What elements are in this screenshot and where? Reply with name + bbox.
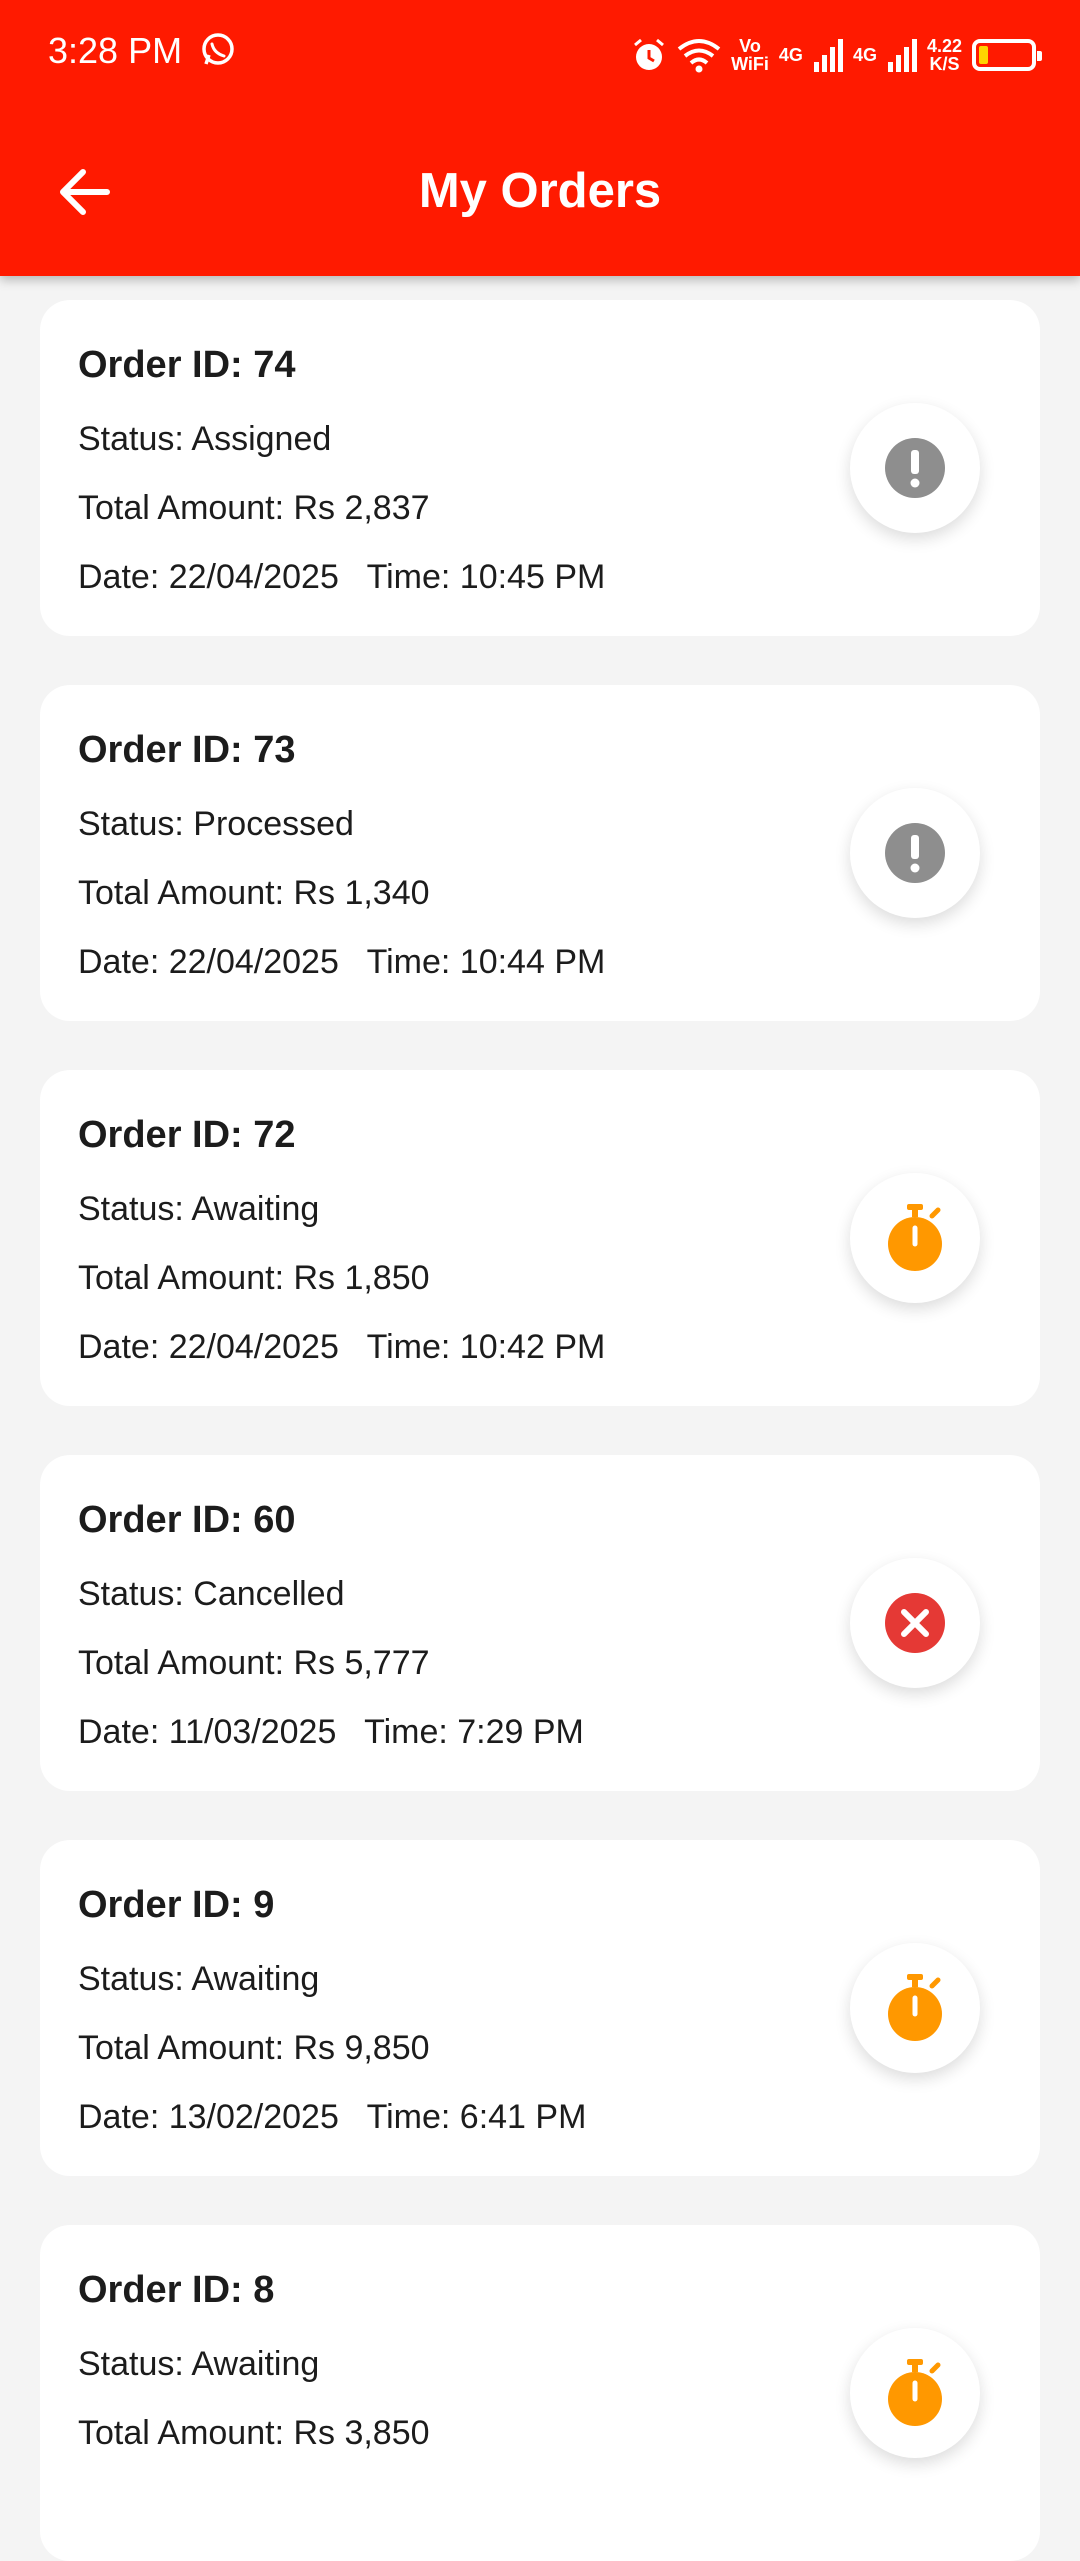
order-card[interactable]: Order ID: 8 Status: Awaiting Total Amoun… — [40, 2225, 1040, 2561]
order-status-button[interactable] — [850, 1558, 980, 1688]
order-card[interactable]: Order ID: 74 Status: Assigned Total Amou… — [40, 300, 1040, 636]
status-icons: Vo WiFi 4G 4G 4.22 K/S — [631, 30, 1042, 80]
order-id: Order ID: 8 — [78, 2269, 275, 2311]
exclamation-icon — [885, 438, 945, 498]
order-card[interactable]: Order ID: 73 Status: Processed Total Amo… — [40, 685, 1040, 1021]
order-status-button[interactable] — [850, 1943, 980, 2073]
order-id: Order ID: 73 — [78, 729, 296, 771]
order-status-button[interactable] — [850, 2328, 980, 2458]
order-id: Order ID: 72 — [78, 1114, 296, 1156]
order-status: Status: Processed — [78, 805, 354, 843]
stopwatch-icon — [888, 2359, 942, 2426]
order-amount: Total Amount: Rs 3,850 — [78, 2414, 430, 2452]
order-status: Status: Cancelled — [78, 1575, 345, 1613]
app-bar: 3:28 PM Vo WiFi 4G 4G 4.22 K/S My Orders — [0, 0, 1080, 276]
vowifi-label: Vo WiFi — [731, 37, 769, 73]
exclamation-icon — [885, 823, 945, 883]
network-type-1: 4G — [778, 45, 803, 65]
signal-icon-2 — [887, 39, 917, 72]
order-status-button[interactable] — [850, 403, 980, 533]
order-amount: Total Amount: Rs 2,837 — [78, 489, 430, 527]
whatsapp-icon — [202, 33, 234, 65]
order-amount: Total Amount: Rs 1,850 — [78, 1259, 430, 1297]
order-id: Order ID: 60 — [78, 1499, 296, 1541]
order-id: Order ID: 74 — [78, 344, 296, 386]
battery-level — [979, 46, 988, 64]
order-status-button[interactable] — [850, 1173, 980, 1303]
alarm-icon — [634, 38, 665, 70]
order-card[interactable]: Order ID: 72 Status: Awaiting Total Amou… — [40, 1070, 1040, 1406]
cancel-icon — [885, 1593, 945, 1653]
order-status-button[interactable] — [850, 788, 980, 918]
stopwatch-icon — [888, 1974, 942, 2041]
wifi-icon — [677, 39, 721, 73]
wifi-text: WiFi — [731, 54, 769, 74]
order-status: Status: Awaiting — [78, 1190, 320, 1228]
order-datetime: Date: 22/04/2025 Time: 10:44 PM — [78, 943, 606, 981]
page-title: My Orders — [418, 164, 662, 218]
order-amount: Total Amount: Rs 9,850 — [78, 2029, 430, 2067]
status-time: 3:28 PM — [48, 30, 183, 71]
order-status: Status: Assigned — [78, 420, 332, 458]
order-status: Status: Awaiting — [78, 2345, 320, 2383]
order-datetime: Date: 22/04/2025 Time: 10:45 PM — [78, 558, 606, 596]
order-amount: Total Amount: Rs 5,777 — [78, 1644, 430, 1682]
order-card[interactable]: Order ID: 60 Status: Cancelled Total Amo… — [40, 1455, 1040, 1791]
order-card[interactable]: Order ID: 9 Status: Awaiting Total Amoun… — [40, 1840, 1040, 2176]
speed-unit: K/S — [929, 54, 960, 74]
order-datetime: Date: 22/04/2025 Time: 10:42 PM — [78, 1328, 606, 1366]
order-amount: Total Amount: Rs 1,340 — [78, 874, 430, 912]
speed-value: 4.22 — [926, 36, 962, 56]
network-speed: 4.22 K/S — [927, 37, 962, 73]
order-id: Order ID: 9 — [78, 1884, 275, 1926]
signal-icon — [813, 39, 843, 72]
status-bar: 3:28 PM Vo WiFi 4G 4G 4.22 K/S — [0, 0, 1080, 110]
stopwatch-icon — [888, 1204, 942, 1271]
vo-text: Vo — [739, 36, 761, 56]
order-status: Status: Awaiting — [78, 1960, 320, 1998]
battery-icon — [972, 39, 1042, 71]
order-datetime: Date: 11/03/2025 Time: 7:29 PM — [78, 1713, 584, 1751]
order-datetime: Date: 13/02/2025 Time: 6:41 PM — [78, 2098, 587, 2136]
network-type-2: 4G — [852, 45, 877, 65]
